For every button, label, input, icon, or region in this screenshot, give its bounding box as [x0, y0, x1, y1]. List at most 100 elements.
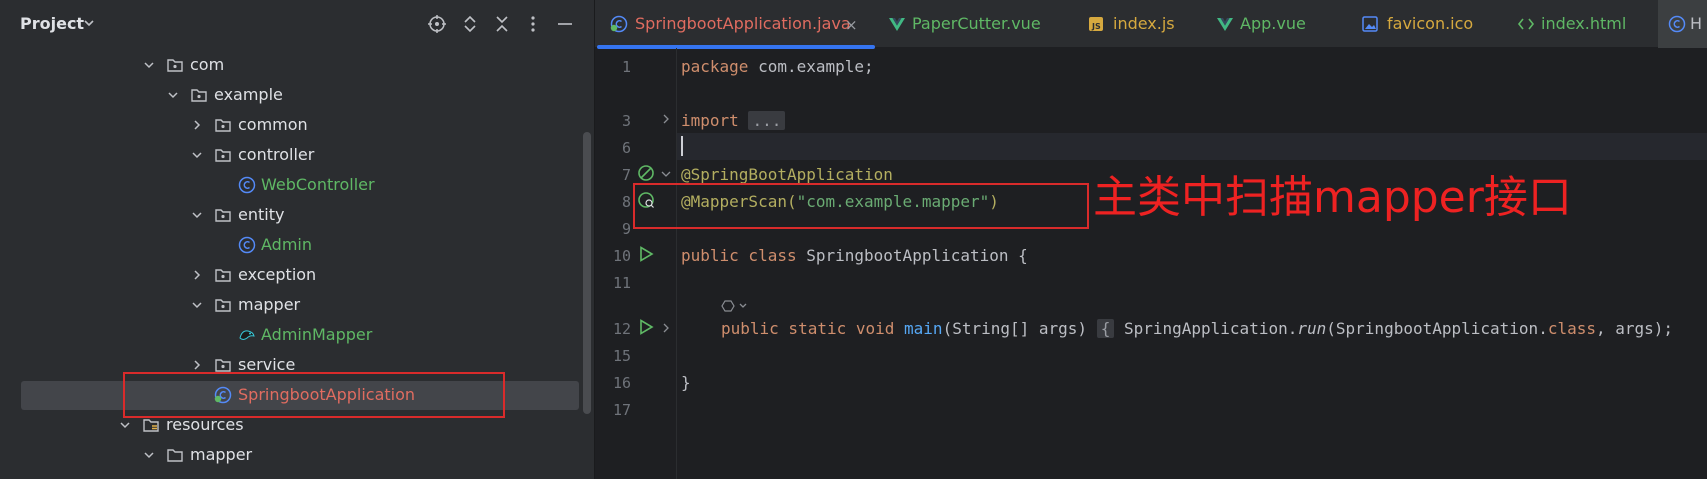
tree-item-common[interactable]: common	[0, 110, 580, 140]
line-number: 12	[612, 320, 631, 338]
tree-item-adminmapper[interactable]: AdminMapper	[0, 320, 580, 350]
fold-expand-icon[interactable]	[661, 323, 671, 333]
gutter-separator	[676, 48, 677, 479]
tree-item-label: controller	[238, 145, 315, 164]
collapse-all-icon[interactable]	[492, 14, 512, 34]
line-number: 8	[621, 193, 631, 211]
html-icon	[1517, 18, 1535, 30]
tree-item-label: common	[238, 115, 308, 134]
tab-overflow[interactable]: H	[1658, 0, 1707, 48]
tree-item-label: Admin	[261, 235, 312, 254]
chevron-down-icon[interactable]	[191, 299, 203, 311]
tree-item-label: mapper	[190, 445, 253, 464]
tree-item-label: example	[214, 85, 283, 104]
fold-expand-icon[interactable]	[661, 114, 671, 124]
method-name: main	[894, 319, 943, 338]
project-panel-header: Project	[0, 0, 594, 48]
folder-icon	[167, 449, 183, 462]
tab-app-vue[interactable]: App.vue	[1216, 0, 1326, 48]
code-line-12: public static void main(String[] args) {…	[721, 319, 1673, 338]
project-panel: Project com example common controller We…	[0, 0, 594, 479]
code-line-3: import ...	[681, 111, 786, 130]
chevron-down-icon[interactable]	[143, 449, 155, 461]
chevron-down-icon[interactable]	[143, 59, 155, 71]
chevron-down-icon[interactable]	[191, 149, 203, 161]
chevron-right-icon[interactable]	[191, 119, 203, 131]
class-icon	[238, 236, 256, 254]
tree-item-webcontroller[interactable]: WebController	[0, 170, 580, 200]
close-icon[interactable]: ×	[845, 16, 858, 34]
highlight-box-main-class	[123, 372, 505, 418]
code-area[interactable]: 1 3 6 7 8 9 10 11 12 15 16 17 package co…	[595, 48, 1707, 479]
tab-springbootapplication-java[interactable]: SpringbootApplication.java ×	[595, 0, 878, 49]
tree-item-mapper[interactable]: mapper	[0, 290, 580, 320]
js-icon: JS	[1089, 17, 1103, 31]
line-number: 7	[621, 166, 631, 184]
run-icon[interactable]	[637, 318, 655, 336]
ai-inlay-icon[interactable]	[721, 298, 749, 314]
tree-item-example[interactable]: example	[0, 80, 580, 110]
code-text: SpringbootApplication {	[796, 246, 1028, 265]
keyword: class	[1547, 319, 1596, 338]
code-text: com.example;	[748, 57, 874, 76]
chevron-down-icon[interactable]	[191, 209, 203, 221]
tab-papercutter-vue[interactable]: PaperCutter.vue	[888, 0, 1063, 48]
more-options-icon[interactable]	[523, 14, 543, 34]
tree-item-com[interactable]: com	[0, 50, 580, 80]
expand-all-icon[interactable]	[460, 14, 480, 34]
line-number: 15	[612, 347, 631, 365]
mybatis-mapper-icon	[239, 330, 255, 340]
tree-item-controller[interactable]: controller	[0, 140, 580, 170]
package-folder-icon	[215, 209, 231, 222]
folded-imports[interactable]: ...	[748, 111, 786, 130]
code-line-1: package com.example;	[681, 57, 874, 76]
tab-label: PaperCutter.vue	[912, 14, 1041, 33]
chevron-down-icon[interactable]	[167, 89, 179, 101]
fold-collapse-icon[interactable]	[661, 169, 671, 179]
tree-item-mapper-folder[interactable]: mapper	[0, 440, 580, 470]
chevron-down-icon[interactable]	[82, 16, 96, 30]
chevron-down-icon[interactable]	[119, 419, 131, 431]
line-number: 10	[612, 247, 631, 265]
folded-body[interactable]: {	[1096, 319, 1115, 338]
class-icon	[238, 176, 256, 194]
package-folder-icon	[215, 299, 231, 312]
tree-item-entity[interactable]: entity	[0, 200, 580, 230]
project-panel-title[interactable]: Project	[20, 14, 84, 33]
package-folder-icon	[191, 89, 207, 102]
package-folder-icon	[167, 59, 183, 72]
code-text: SpringApplication.	[1114, 319, 1298, 338]
editor-tab-bar: SpringbootApplication.java × PaperCutter…	[595, 0, 1707, 49]
tree-item-label: mapper	[238, 295, 301, 314]
tab-index-js[interactable]: JS index.js	[1087, 0, 1197, 48]
chevron-right-icon[interactable]	[191, 269, 203, 281]
code-line-7: @SpringBootApplication	[681, 165, 893, 184]
code-line-16: }	[681, 373, 691, 392]
minimize-icon[interactable]	[555, 14, 575, 34]
package-folder-icon	[215, 149, 231, 162]
chevron-right-icon[interactable]	[191, 359, 203, 371]
package-folder-icon	[215, 119, 231, 132]
tab-label: favicon.ico	[1387, 14, 1474, 33]
project-tree-scrollbar[interactable]	[583, 132, 591, 414]
tab-label: SpringbootApplication.java	[635, 14, 851, 33]
tab-index-html[interactable]: index.html	[1517, 0, 1647, 48]
line-number: 6	[621, 139, 631, 157]
spring-bean-icon[interactable]	[637, 164, 655, 182]
annotation-callout: 主类中扫描mapper接口	[1093, 172, 1572, 223]
tab-favicon-ico[interactable]: favicon.ico	[1361, 0, 1491, 48]
vue-icon	[1217, 18, 1233, 31]
annotation: @SpringBootApplication	[681, 165, 893, 184]
keyword: public class	[681, 246, 797, 265]
tree-item-admin[interactable]: Admin	[0, 230, 580, 260]
line-number: 1	[621, 58, 631, 76]
locate-icon[interactable]	[427, 14, 447, 34]
current-line-highlight	[677, 133, 1707, 160]
tree-item-exception[interactable]: exception	[0, 260, 580, 290]
run-icon[interactable]	[637, 245, 655, 263]
package-folder-icon	[215, 269, 231, 282]
editor: SpringbootApplication.java × PaperCutter…	[595, 0, 1707, 479]
tree-item-label: com	[190, 55, 225, 74]
line-number: 11	[612, 274, 631, 292]
code-line-10: public class SpringbootApplication {	[681, 246, 1028, 265]
